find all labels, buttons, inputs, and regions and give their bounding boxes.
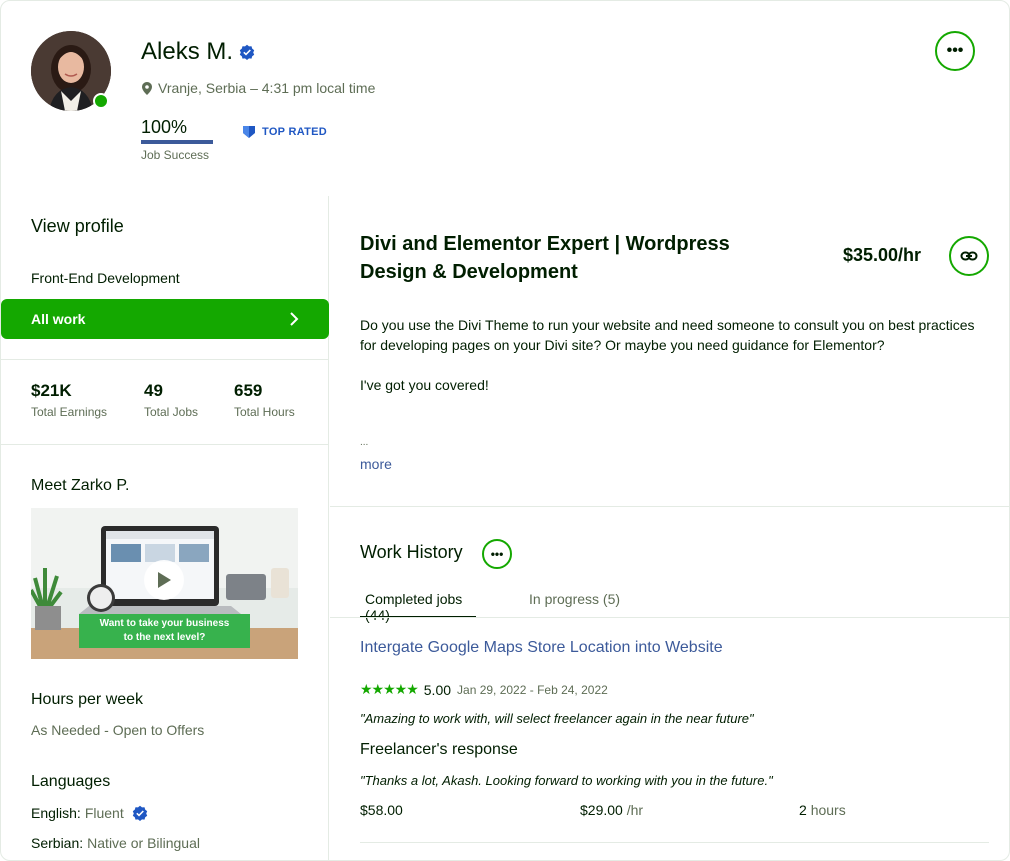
consultant-video[interactable]: Want to take your business to the next l… — [31, 508, 298, 659]
job-success-bar — [141, 140, 213, 144]
sidebar-item-front-end[interactable]: Front-End Development — [31, 270, 180, 286]
hourly-rate: $35.00/hr — [843, 245, 922, 265]
stat-total-hours: 659 Total Hours — [234, 381, 295, 419]
stat-value: 49 — [144, 381, 163, 400]
ellipsis-icon: ••• — [490, 547, 504, 561]
job-dates: Jan 29, 2022 - Feb 24, 2022 — [457, 682, 608, 697]
profile-description: Do you use the Divi Theme to run your we… — [360, 315, 980, 395]
location-text: Vranje, Serbia – 4:31 pm local time — [158, 80, 376, 96]
location: Vranje, Serbia – 4:31 pm local time — [142, 80, 375, 96]
top-rated-icon — [243, 126, 255, 138]
stat-value: 659 — [234, 381, 263, 400]
hourly-unit: /hr — [626, 802, 644, 818]
freelancer-response: "Thanks a lot, Akash. Looking forward to… — [360, 773, 773, 788]
job-success-value: 100% — [141, 117, 188, 137]
rating-value: 5.00 — [423, 681, 452, 698]
hours-unit: hours — [810, 802, 846, 818]
sidebar: View profile Front-End Development All w… — [1, 196, 329, 860]
chevron-right-icon — [290, 312, 299, 326]
description-paragraph: I've got you covered! — [360, 377, 489, 393]
language-level: Fluent — [84, 805, 124, 821]
profile-card: Aleks M. Vranje, Serbia – 4:31 pm local … — [0, 0, 1010, 861]
stat-value: $21K — [31, 381, 72, 400]
divider — [330, 506, 1009, 507]
stat-total-jobs: 49 Total Jobs — [144, 381, 198, 419]
copy-link-button[interactable] — [949, 236, 989, 276]
play-button[interactable] — [144, 560, 184, 600]
hours-value: 2 — [799, 802, 807, 818]
all-work-label: All work — [31, 311, 86, 327]
job-rating: ★★★★★ 5.00 Jan 29, 2022 - Feb 24, 2022 — [360, 681, 608, 698]
view-profile-heading: View profile — [31, 216, 124, 236]
tab-in-progress[interactable]: In progress (5) — [529, 591, 620, 607]
language-name: English: — [31, 805, 81, 821]
divider — [360, 842, 989, 843]
freelancer-name-text: Aleks M. — [141, 38, 234, 65]
profile-title: Divi and Elementor Expert | Wordpress De… — [360, 233, 730, 283]
hours-per-week-value: As Needed - Open to Offers — [31, 722, 205, 738]
divider — [1, 359, 329, 360]
stat-label: Total Jobs — [144, 405, 199, 419]
more-options-button[interactable]: ••• — [935, 31, 975, 71]
language-serbian: Serbian: Native or Bilingual — [31, 835, 200, 851]
hours-per-week-heading: Hours per week — [31, 691, 144, 708]
description-paragraph: Do you use the Divi Theme to run your we… — [360, 317, 975, 353]
verified-icon — [239, 44, 255, 60]
hourly-value: $29.00 — [580, 802, 623, 818]
location-pin-icon — [142, 81, 152, 95]
online-status-dot — [93, 93, 109, 109]
tab-completed-jobs[interactable]: Completed jobs (44) — [360, 591, 476, 623]
job-success-score[interactable]: 100% Job Success — [141, 117, 213, 162]
job-hours: 2 hours — [799, 802, 846, 818]
job-title-link[interactable]: Intergate Google Maps Store Location int… — [360, 639, 723, 657]
freelancer-response-heading: Freelancer's response — [360, 741, 518, 758]
video-caption-line: Want to take your business — [99, 618, 230, 629]
more-link[interactable]: more — [360, 456, 392, 472]
stat-label: Total Hours — [234, 405, 295, 419]
meet-consultant-heading: Meet Zarko P. — [31, 477, 130, 494]
freelancer-name: Aleks M. — [141, 38, 255, 66]
video-caption-line: to the next level? — [123, 632, 206, 643]
description-ellipsis: ... — [360, 437, 369, 448]
play-icon — [158, 572, 171, 588]
language-name: Serbian: — [31, 835, 84, 851]
work-history-heading: Work History — [360, 542, 463, 562]
ellipsis-icon: ••• — [946, 42, 964, 59]
sidebar-item-all-work[interactable]: All work — [1, 299, 329, 339]
verified-icon — [132, 805, 147, 821]
divider — [1, 444, 329, 445]
job-earned: $58.00 — [360, 802, 403, 818]
language-level: Native or Bilingual — [87, 835, 200, 851]
job-success-label: Job Success — [141, 148, 210, 162]
stat-total-earnings: $21K Total Earnings — [31, 381, 107, 419]
stat-label: Total Earnings — [31, 405, 108, 419]
divider — [330, 617, 1009, 618]
video-caption: Want to take your business to the next l… — [79, 614, 250, 648]
work-history-options-button[interactable]: ••• — [482, 539, 512, 569]
link-icon — [960, 251, 978, 261]
job-hourly-rate: $29.00 /hr — [580, 802, 643, 818]
star-rating-icon: ★★★★★ — [360, 681, 419, 697]
top-rated-label: TOP RATED — [262, 126, 328, 138]
languages-heading: Languages — [31, 773, 111, 790]
language-english: English: Fluent — [31, 805, 148, 821]
top-rated-badge[interactable]: TOP RATED — [242, 125, 327, 139]
client-feedback: "Amazing to work with, will select freel… — [360, 711, 754, 726]
